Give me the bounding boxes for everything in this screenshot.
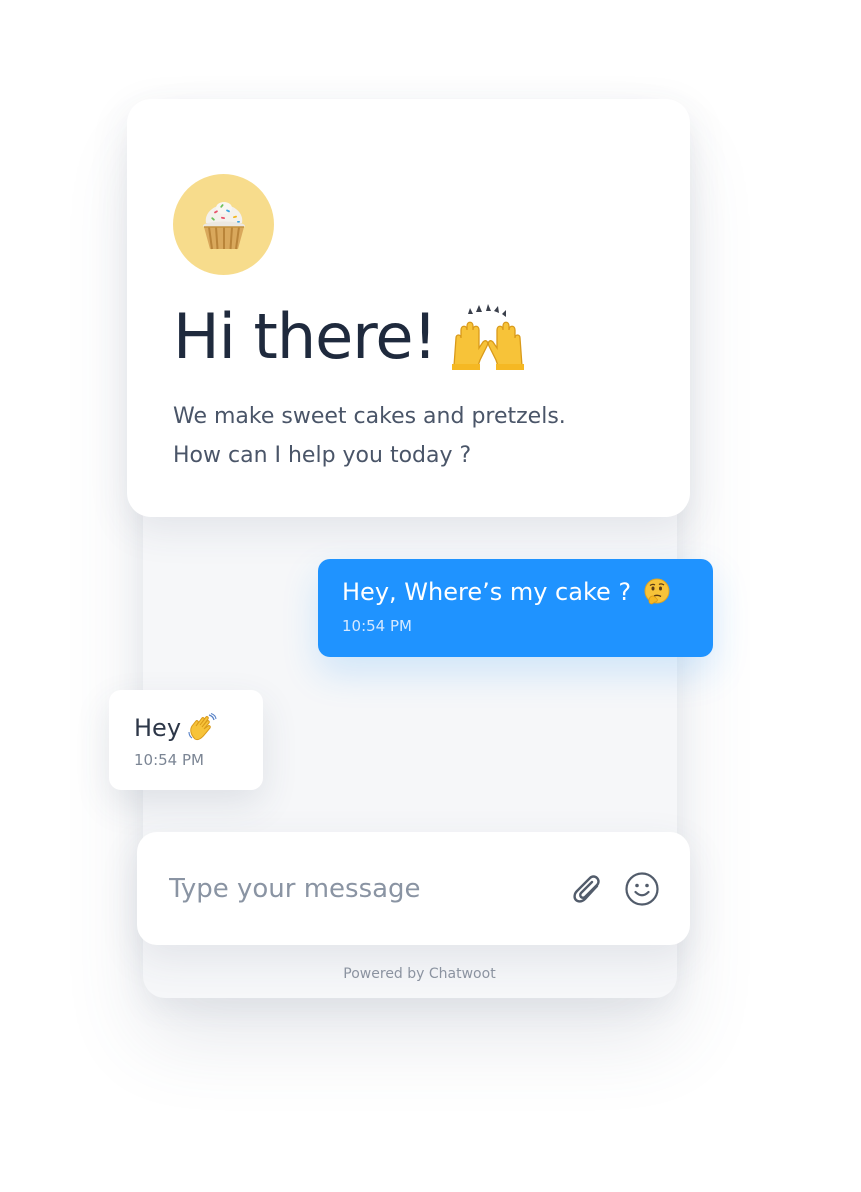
smiley-icon <box>625 872 659 906</box>
message-time: 10:54 PM <box>134 751 204 769</box>
message-text: Hey <box>134 714 182 742</box>
welcome-header-card: Hi there! We make sweet cakes and pretze… <box>127 99 690 517</box>
greeting-title: Hi there! <box>173 300 437 373</box>
welcome-line-2: How can I help you today ? <box>173 443 472 468</box>
raising-hands-icon <box>452 304 525 370</box>
welcome-message: We make sweet cakes and pretzels. How ca… <box>173 397 643 475</box>
outgoing-message-bubble: Hey, Where’s my cake ? 10:54 PM <box>318 559 713 657</box>
attach-file-button[interactable] <box>567 869 607 909</box>
incoming-message-content: Hey <box>134 713 217 743</box>
message-text: Hey, Where’s my cake ? <box>342 578 632 606</box>
emoji-picker-button[interactable] <box>623 870 661 908</box>
waving-hand-icon <box>188 713 217 741</box>
avatar <box>173 174 274 275</box>
message-input[interactable] <box>169 866 549 912</box>
powered-by-footer: Powered by Chatwoot <box>343 966 496 982</box>
outgoing-message-content: Hey, Where’s my cake ? <box>342 578 671 606</box>
message-composer <box>137 832 690 945</box>
thinking-face-icon <box>644 578 670 605</box>
cupcake-icon <box>202 201 245 249</box>
welcome-line-1: We make sweet cakes and pretzels. <box>173 404 566 429</box>
message-time: 10:54 PM <box>342 617 412 635</box>
greeting-row: Hi there! <box>173 299 526 375</box>
paperclip-icon <box>573 875 600 903</box>
incoming-message-bubble: Hey 10:54 PM <box>109 690 263 790</box>
